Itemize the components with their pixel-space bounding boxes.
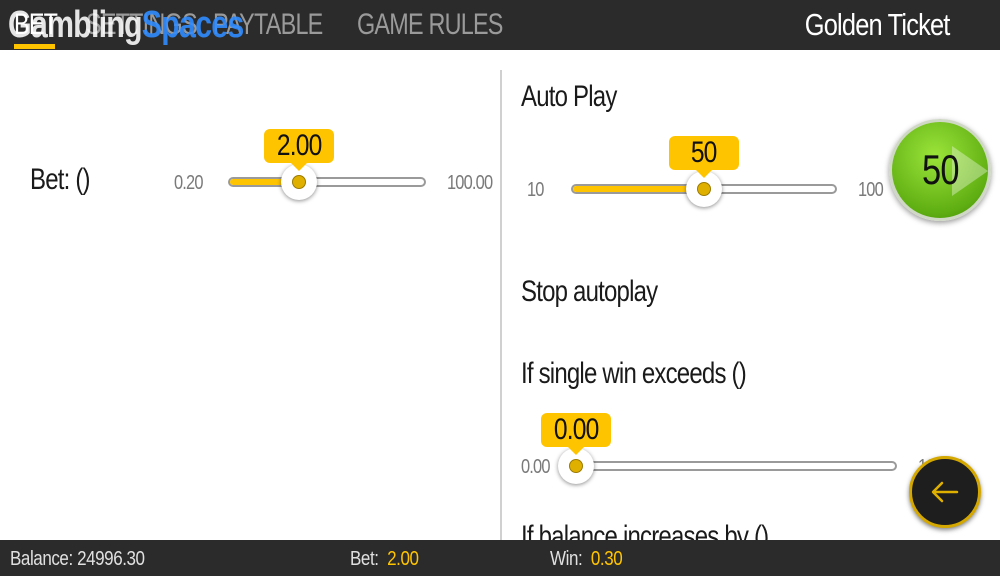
autoplay-label: Auto Play [521, 80, 617, 113]
pane-divider [500, 70, 502, 540]
back-arrow-icon [931, 481, 959, 503]
autoplay-max-value: 100 [858, 179, 884, 201]
stop-autoplay-heading: Stop autoplay [521, 275, 658, 308]
back-button[interactable] [909, 456, 981, 528]
game-title: Golden Ticket [805, 7, 951, 42]
autoplay-value-bubble: 50 [669, 136, 739, 178]
top-nav-bar: BET SETTINGS PAYTABLE GAME RULES Gamblin… [0, 0, 1000, 50]
bet-min-value: 0.20 [174, 172, 203, 194]
status-bar: Balance: 24996.30 Bet: 2.00 Win: 0.30 [0, 540, 1000, 576]
win-display: Win: 0.30 [550, 548, 623, 570]
watermark-logo: GamblingSpaces [8, 4, 244, 46]
bet-slider[interactable] [228, 177, 426, 187]
balance-display: Balance: 24996.30 [10, 548, 145, 570]
single-win-label: If single win exceeds () [521, 357, 747, 390]
bet-max-value: 100.00 [447, 172, 493, 194]
single-win-min-value: 0.00 [521, 456, 550, 478]
tab-game-rules[interactable]: GAME RULES [357, 0, 544, 50]
single-win-slider[interactable] [576, 461, 897, 471]
bet-label: Bet: () [30, 163, 91, 196]
start-autoplay-button[interactable]: 50 [889, 119, 991, 221]
single-win-value-bubble: 0.00 [541, 413, 611, 455]
autoplay-min-value: 10 [527, 179, 544, 201]
bet-value-bubble: 2.00 [264, 129, 335, 171]
bet-display: Bet: 2.00 [350, 548, 419, 570]
